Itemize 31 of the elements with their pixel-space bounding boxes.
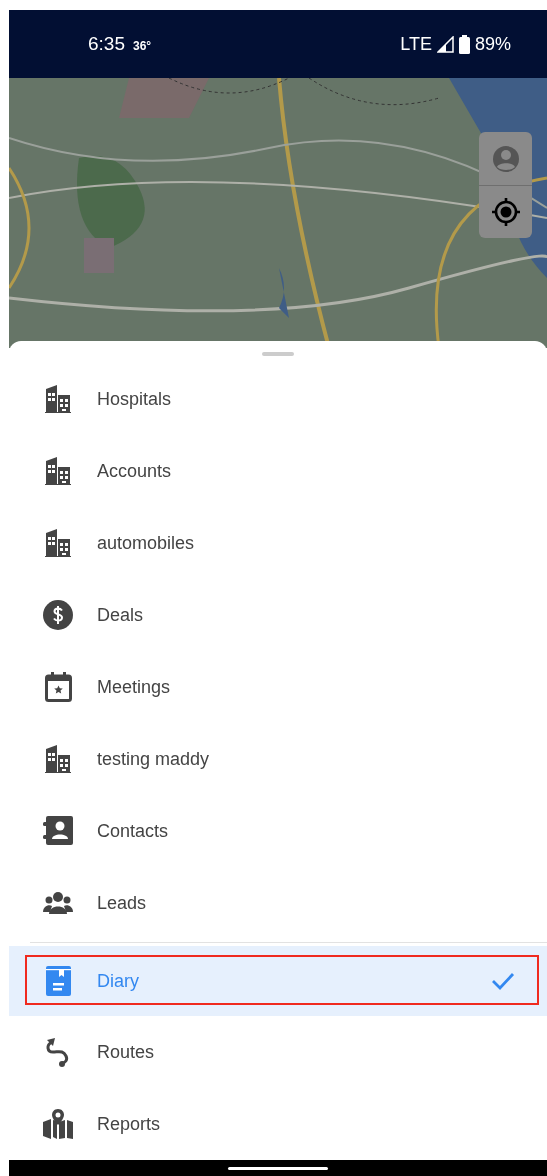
menu-item[interactable]: automobiles (9, 507, 547, 579)
menu-item[interactable]: Accounts (9, 435, 547, 507)
network-type: LTE (400, 33, 432, 55)
building-icon (45, 529, 71, 557)
signal-icon (436, 35, 454, 53)
checkmark-icon (491, 972, 515, 990)
menu-item[interactable]: Contacts (9, 795, 547, 867)
group-icon (43, 892, 73, 914)
building-icon (45, 385, 71, 413)
map-pin-icon (43, 1109, 73, 1139)
home-indicator[interactable] (228, 1166, 328, 1170)
menu-item[interactable]: Leads (9, 867, 547, 939)
battery-percent: 89% (474, 33, 511, 55)
battery-icon (458, 34, 470, 54)
menu-item[interactable]: testing maddy (9, 723, 547, 795)
menu-item[interactable]: Routes (9, 1016, 547, 1088)
contact-book-icon (43, 816, 73, 846)
diary-icon (45, 966, 71, 996)
menu-item[interactable]: Hospitals (9, 363, 547, 435)
drag-handle[interactable] (262, 352, 294, 356)
account-icon (491, 144, 520, 173)
building-icon (45, 457, 71, 485)
clock-time: 6:35 (88, 33, 125, 55)
menu-item[interactable]: Deals (9, 579, 547, 651)
calendar-icon (44, 672, 72, 702)
menu-item[interactable]: Meetings (9, 651, 547, 723)
temperature: 36° (133, 39, 152, 53)
menu-item[interactable]: Reports (9, 1088, 547, 1160)
building-icon (45, 745, 71, 773)
my-location-icon (489, 196, 522, 228)
dollar-icon (43, 600, 73, 630)
